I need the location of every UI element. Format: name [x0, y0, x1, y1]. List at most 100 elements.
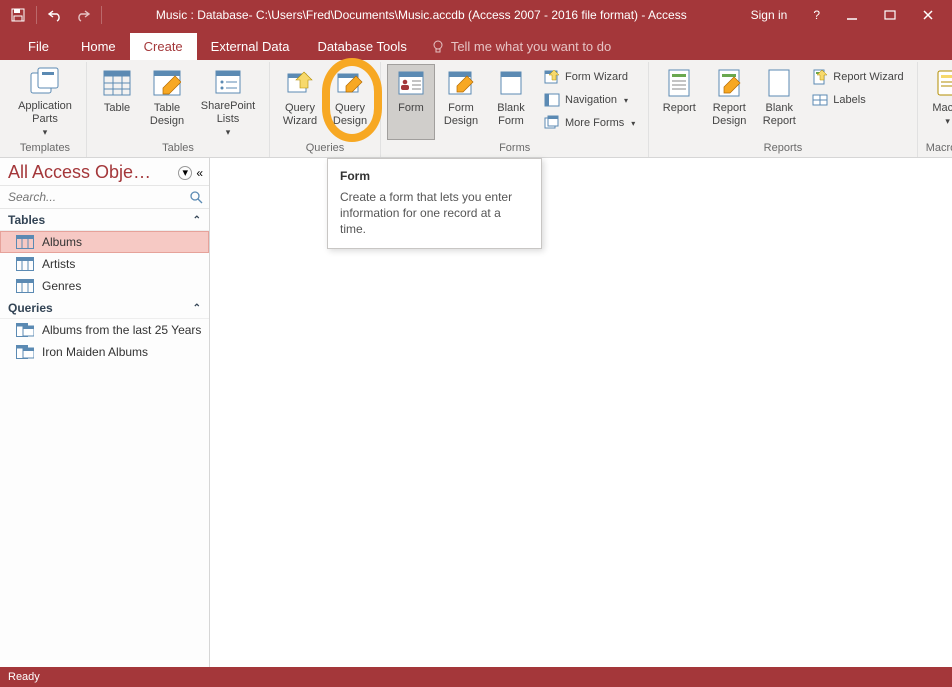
- search-icon[interactable]: [187, 188, 205, 206]
- nav-item-label: Genres: [42, 279, 81, 293]
- table-object-icon: [16, 279, 34, 293]
- table-object-icon: [16, 235, 34, 249]
- labels-label: Labels: [833, 94, 865, 106]
- table-icon: [101, 67, 133, 99]
- nav-item-query-ironmaiden[interactable]: Iron Maiden Albums: [0, 341, 209, 363]
- redo-icon[interactable]: [71, 3, 95, 27]
- query-design-icon: [334, 67, 366, 99]
- application-parts-label: Application Parts: [18, 100, 72, 125]
- blank-report-button[interactable]: Blank Report: [755, 64, 803, 140]
- nav-group-tables-label: Tables: [8, 213, 45, 227]
- application-parts-button[interactable]: Application Parts ▾: [10, 64, 80, 140]
- nav-search: [0, 186, 209, 209]
- nav-pane-header[interactable]: All Access Obje… ▾ «: [0, 158, 209, 186]
- sharepoint-lists-button[interactable]: SharePoint Lists ▾: [193, 64, 263, 140]
- form-wizard-label: Form Wizard: [565, 71, 628, 83]
- blank-form-button[interactable]: Blank Form: [487, 64, 535, 140]
- table-button[interactable]: Table: [93, 64, 141, 140]
- group-tables-label: Tables: [162, 140, 194, 158]
- form-design-icon: [445, 67, 477, 99]
- report-wizard-label: Report Wizard: [833, 71, 903, 83]
- document-canvas: [210, 158, 952, 667]
- collapse-icon: ⌃: [193, 215, 201, 226]
- chevron-down-icon: ▾: [631, 119, 635, 128]
- undo-icon[interactable]: [43, 3, 67, 27]
- query-design-label: Query Design: [333, 102, 367, 127]
- save-icon[interactable]: [6, 3, 30, 27]
- minimize-icon[interactable]: [842, 7, 862, 23]
- report-label: Report: [663, 102, 696, 115]
- chevron-down-icon: ▾: [226, 127, 231, 137]
- nav-item-artists[interactable]: Artists: [0, 253, 209, 275]
- report-wizard-icon: [812, 69, 828, 85]
- table-design-button[interactable]: Table Design: [143, 64, 191, 140]
- query-wizard-label: Query Wizard: [283, 102, 317, 127]
- group-forms-label: Forms: [499, 140, 530, 158]
- nav-group-queries-label: Queries: [8, 301, 53, 315]
- report-icon: [663, 67, 695, 99]
- tell-me-search[interactable]: Tell me what you want to do: [421, 33, 621, 60]
- nav-item-query-last25[interactable]: Albums from the last 25 Years: [0, 319, 209, 341]
- labels-button[interactable]: Labels: [805, 89, 910, 111]
- group-macros-code-label: Macros & Code: [926, 140, 952, 158]
- quick-access-toolbar: [0, 3, 110, 27]
- group-queries: Query Wizard Query Design Queries: [270, 62, 381, 157]
- blank-form-icon: [495, 67, 527, 99]
- query-object-icon: [16, 345, 34, 359]
- macro-button[interactable]: Macro ▾: [924, 64, 952, 140]
- status-bar: Ready: [0, 667, 952, 687]
- more-forms-label: More Forms: [565, 117, 624, 129]
- ribbon: Application Parts ▾ Templates Table Tabl…: [0, 60, 952, 158]
- table-design-label: Table Design: [150, 102, 184, 127]
- table-label: Table: [104, 102, 130, 115]
- query-wizard-button[interactable]: Query Wizard: [276, 64, 324, 140]
- nav-item-label: Iron Maiden Albums: [42, 345, 148, 359]
- more-forms-button[interactable]: More Forms ▾: [537, 112, 642, 134]
- sharepoint-lists-label: SharePoint Lists: [201, 100, 255, 125]
- tab-file[interactable]: File: [10, 33, 67, 60]
- form-icon: [395, 67, 427, 99]
- titlebar: Music : Database- C:\Users\Fred\Document…: [0, 0, 952, 30]
- form-button[interactable]: Form: [387, 64, 435, 140]
- nav-item-label: Albums from the last 25 Years: [42, 323, 201, 337]
- tab-database-tools[interactable]: Database Tools: [303, 33, 420, 60]
- macro-label: Macro: [932, 102, 952, 115]
- navigation-button[interactable]: Navigation ▾: [537, 89, 642, 111]
- search-input[interactable]: [8, 190, 187, 204]
- form-design-label: Form Design: [444, 102, 478, 127]
- more-forms-icon: [544, 115, 560, 131]
- macro-icon: [932, 67, 952, 99]
- group-macros-code: Macro ▾ VB Macros & Code: [918, 62, 952, 157]
- tab-external-data[interactable]: External Data: [197, 33, 304, 60]
- status-text: Ready: [8, 671, 40, 683]
- report-design-icon: [713, 67, 745, 99]
- nav-item-genres[interactable]: Genres: [0, 275, 209, 297]
- nav-group-tables[interactable]: Tables ⌃: [0, 209, 209, 231]
- navigation-icon: [544, 92, 560, 108]
- help-icon[interactable]: ?: [809, 6, 824, 24]
- tooltip-title: Form: [340, 169, 529, 183]
- query-wizard-icon: [284, 67, 316, 99]
- nav-group-queries[interactable]: Queries ⌃: [0, 297, 209, 319]
- report-button[interactable]: Report: [655, 64, 703, 140]
- nav-item-label: Albums: [42, 235, 82, 249]
- maximize-icon[interactable]: [880, 7, 900, 23]
- report-design-button[interactable]: Report Design: [705, 64, 753, 140]
- report-wizard-button[interactable]: Report Wizard: [805, 66, 910, 88]
- tab-create[interactable]: Create: [130, 33, 197, 60]
- application-parts-icon: [29, 67, 61, 97]
- bulb-icon: [431, 40, 445, 54]
- tab-home[interactable]: Home: [67, 33, 130, 60]
- nav-item-albums[interactable]: Albums: [0, 231, 209, 253]
- form-design-button[interactable]: Form Design: [437, 64, 485, 140]
- close-icon[interactable]: [918, 7, 938, 23]
- table-object-icon: [16, 257, 34, 271]
- ribbon-tabs: File Home Create External Data Database …: [0, 30, 952, 60]
- group-templates-label: Templates: [20, 140, 70, 158]
- nav-dropdown-icon[interactable]: ▾: [178, 166, 192, 180]
- query-design-button[interactable]: Query Design: [326, 64, 374, 140]
- shutter-bar-icon[interactable]: «: [196, 166, 203, 180]
- sign-in-link[interactable]: Sign in: [747, 6, 792, 24]
- tooltip: Form Create a form that lets you enter i…: [327, 158, 542, 249]
- form-wizard-button[interactable]: Form Wizard: [537, 66, 642, 88]
